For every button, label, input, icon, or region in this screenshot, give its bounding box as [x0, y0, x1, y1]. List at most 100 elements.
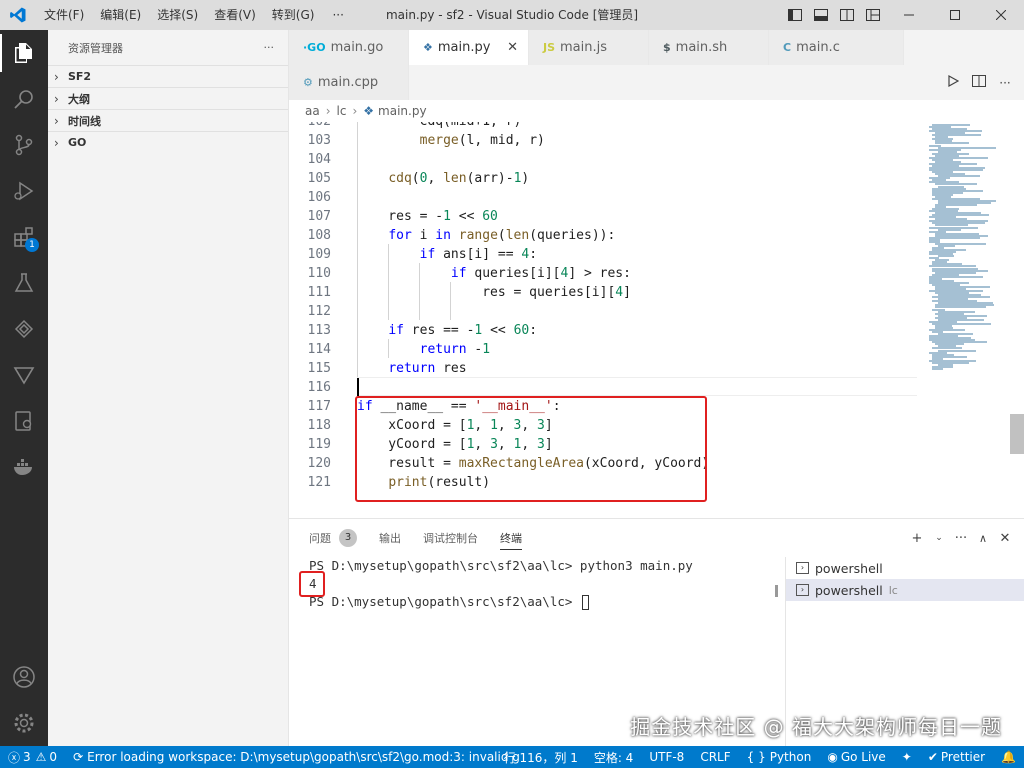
- gitlens-icon[interactable]: [0, 352, 48, 398]
- line-text: merge(l, mid, r): [419, 133, 545, 148]
- tab-main-go[interactable]: ·GO main.go: [289, 30, 409, 65]
- editor-actions: ···: [940, 65, 1018, 100]
- line-text: if ans[i] == 4:: [419, 247, 538, 262]
- tab-main-c[interactable]: Cmain.c: [769, 30, 904, 65]
- manage-gear-icon[interactable]: [0, 700, 48, 746]
- tab-label: main.cpp: [317, 75, 379, 90]
- highlight-annotation: [355, 396, 707, 502]
- section-timeline[interactable]: › 时间线: [48, 109, 288, 131]
- section-outline[interactable]: › 大纲: [48, 87, 288, 109]
- code-editor[interactable]: 102 cdq(mid+1, r) 103 merge(l, mid, r)10…: [289, 122, 1024, 518]
- terminal-item-powershell-lc[interactable]: › powershell lc: [786, 579, 1024, 601]
- sidebar-header: 资源管理器 ···: [48, 30, 288, 65]
- code-line: 112: [289, 302, 929, 321]
- tab-output[interactable]: 输出: [379, 526, 401, 550]
- toggle-sidebar-icon[interactable]: [782, 0, 808, 30]
- line-number: 118: [307, 418, 331, 433]
- search-icon[interactable]: [0, 76, 48, 122]
- terminal-item-powershell[interactable]: › powershell: [786, 557, 1024, 579]
- accounts-icon[interactable]: [0, 654, 48, 700]
- testing-icon[interactable]: [0, 260, 48, 306]
- tab-main-cpp[interactable]: ⚙ main.cpp: [289, 65, 409, 100]
- cursor-position-status[interactable]: 行 116，列 1: [496, 746, 586, 768]
- menu-more-button[interactable]: ···: [322, 8, 353, 22]
- problems-status[interactable]: ⓧ 3 ⚠ 0: [0, 746, 65, 768]
- remote-settings-icon[interactable]: [0, 398, 48, 444]
- run-debug-icon[interactable]: [0, 168, 48, 214]
- line-text: for i in range(len(queries)):: [388, 228, 616, 243]
- notifications-status[interactable]: 🔔: [993, 746, 1024, 768]
- more-actions-icon[interactable]: ···: [950, 531, 972, 546]
- prettier-status[interactable]: ✔ Prettier: [920, 746, 993, 768]
- close-panel-icon[interactable]: ✕: [994, 531, 1016, 546]
- run-file-icon[interactable]: [940, 74, 966, 90]
- code-line-partial: 102 cdq(mid+1, r): [289, 122, 929, 131]
- close-tab-icon[interactable]: ✕: [507, 40, 518, 55]
- code-line: 107 res = -1 << 60: [289, 207, 929, 226]
- source-control-icon[interactable]: [0, 122, 48, 168]
- go-live-status[interactable]: ◉ Go Live: [819, 746, 893, 768]
- section-go[interactable]: › GO: [48, 131, 288, 153]
- tab-label: main.js: [560, 40, 608, 55]
- encoding-status[interactable]: UTF-8: [641, 746, 692, 768]
- tab-problems[interactable]: 问题 3: [309, 526, 357, 550]
- tab-label: 输出: [379, 532, 401, 545]
- eol-status[interactable]: CRLF: [692, 746, 738, 768]
- window-controls: [782, 0, 1024, 30]
- maximize-icon[interactable]: [932, 0, 978, 30]
- tab-main-js[interactable]: JS main.js: [529, 30, 649, 65]
- line-text: if res == -1 << 60:: [388, 323, 538, 338]
- toggle-panel-icon[interactable]: [808, 0, 834, 30]
- explorer-sidebar: 资源管理器 ··· › SF2 › 大纲 › 时间线 › GO: [48, 30, 289, 746]
- code-line: 115 return res: [289, 359, 929, 378]
- line-number: 113: [307, 323, 331, 338]
- menu-view[interactable]: 查看(V): [206, 0, 264, 30]
- workspace-error-status[interactable]: ⟳ Error loading workspace: D:\mysetup\gop…: [65, 746, 528, 768]
- split-editor-icon[interactable]: [966, 75, 992, 90]
- line-number: 104: [307, 152, 331, 167]
- close-window-icon[interactable]: [978, 0, 1024, 30]
- code-line: 113 if res == -1 << 60:: [289, 321, 929, 340]
- code-line: 104: [289, 150, 929, 169]
- language-status[interactable]: { } Python: [739, 746, 820, 768]
- minimize-icon[interactable]: [886, 0, 932, 30]
- error-count: 3: [23, 750, 31, 764]
- line-number: 110: [307, 266, 331, 281]
- menu-selection[interactable]: 选择(S): [149, 0, 206, 30]
- panel-actions: + ⌄ ··· ∧ ✕: [906, 519, 1016, 557]
- sidebar-more-button[interactable]: ···: [264, 41, 275, 54]
- menu-edit[interactable]: 编辑(E): [92, 0, 149, 30]
- menu-file[interactable]: 文件(F): [36, 0, 92, 30]
- extensions-icon[interactable]: 1: [0, 214, 48, 260]
- vertical-scrollbar[interactable]: [1010, 414, 1024, 454]
- watermark: 掘金技术社区 @ 福大大架构师每日一题: [630, 715, 1002, 739]
- tab-main-py[interactable]: ❖ main.py ✕: [409, 30, 529, 65]
- new-terminal-icon[interactable]: +: [906, 531, 928, 546]
- code-area[interactable]: 102 cdq(mid+1, r) 103 merge(l, mid, r)10…: [289, 122, 929, 518]
- tab-main-sh[interactable]: $ main.sh: [649, 30, 769, 65]
- code-line: 108 for i in range(len(queries)):: [289, 226, 929, 245]
- maximize-panel-icon[interactable]: ∧: [972, 532, 994, 545]
- minimap[interactable]: [929, 122, 1009, 372]
- tab-debug-console[interactable]: 调试控制台: [423, 526, 478, 550]
- chevron-down-icon[interactable]: ⌄: [928, 533, 950, 543]
- section-sf2[interactable]: › SF2: [48, 65, 288, 87]
- tab-terminal[interactable]: 终端: [500, 526, 522, 550]
- customize-layout-icon[interactable]: [860, 0, 886, 30]
- indentation-status[interactable]: 空格: 4: [586, 746, 642, 768]
- breadcrumb-aa[interactable]: aa: [305, 104, 320, 118]
- more-actions-icon[interactable]: ···: [992, 76, 1018, 90]
- menu-go[interactable]: 转到(G): [264, 0, 323, 30]
- shell-file-icon: $: [663, 41, 671, 54]
- explorer-icon[interactable]: [0, 30, 48, 76]
- remote-explorer-icon[interactable]: [0, 306, 48, 352]
- docker-icon[interactable]: [0, 444, 48, 490]
- line-text: cdq(mid+1, r): [357, 122, 522, 131]
- breadcrumb-lc[interactable]: lc: [337, 104, 347, 118]
- copilot-status[interactable]: ✦: [894, 746, 920, 768]
- section-label: SF2: [68, 70, 92, 83]
- toggle-secondary-sidebar-icon[interactable]: [834, 0, 860, 30]
- section-label: GO: [68, 136, 87, 149]
- terminal-scrollbar[interactable]: [775, 585, 778, 597]
- breadcrumb-file[interactable]: main.py: [378, 104, 427, 118]
